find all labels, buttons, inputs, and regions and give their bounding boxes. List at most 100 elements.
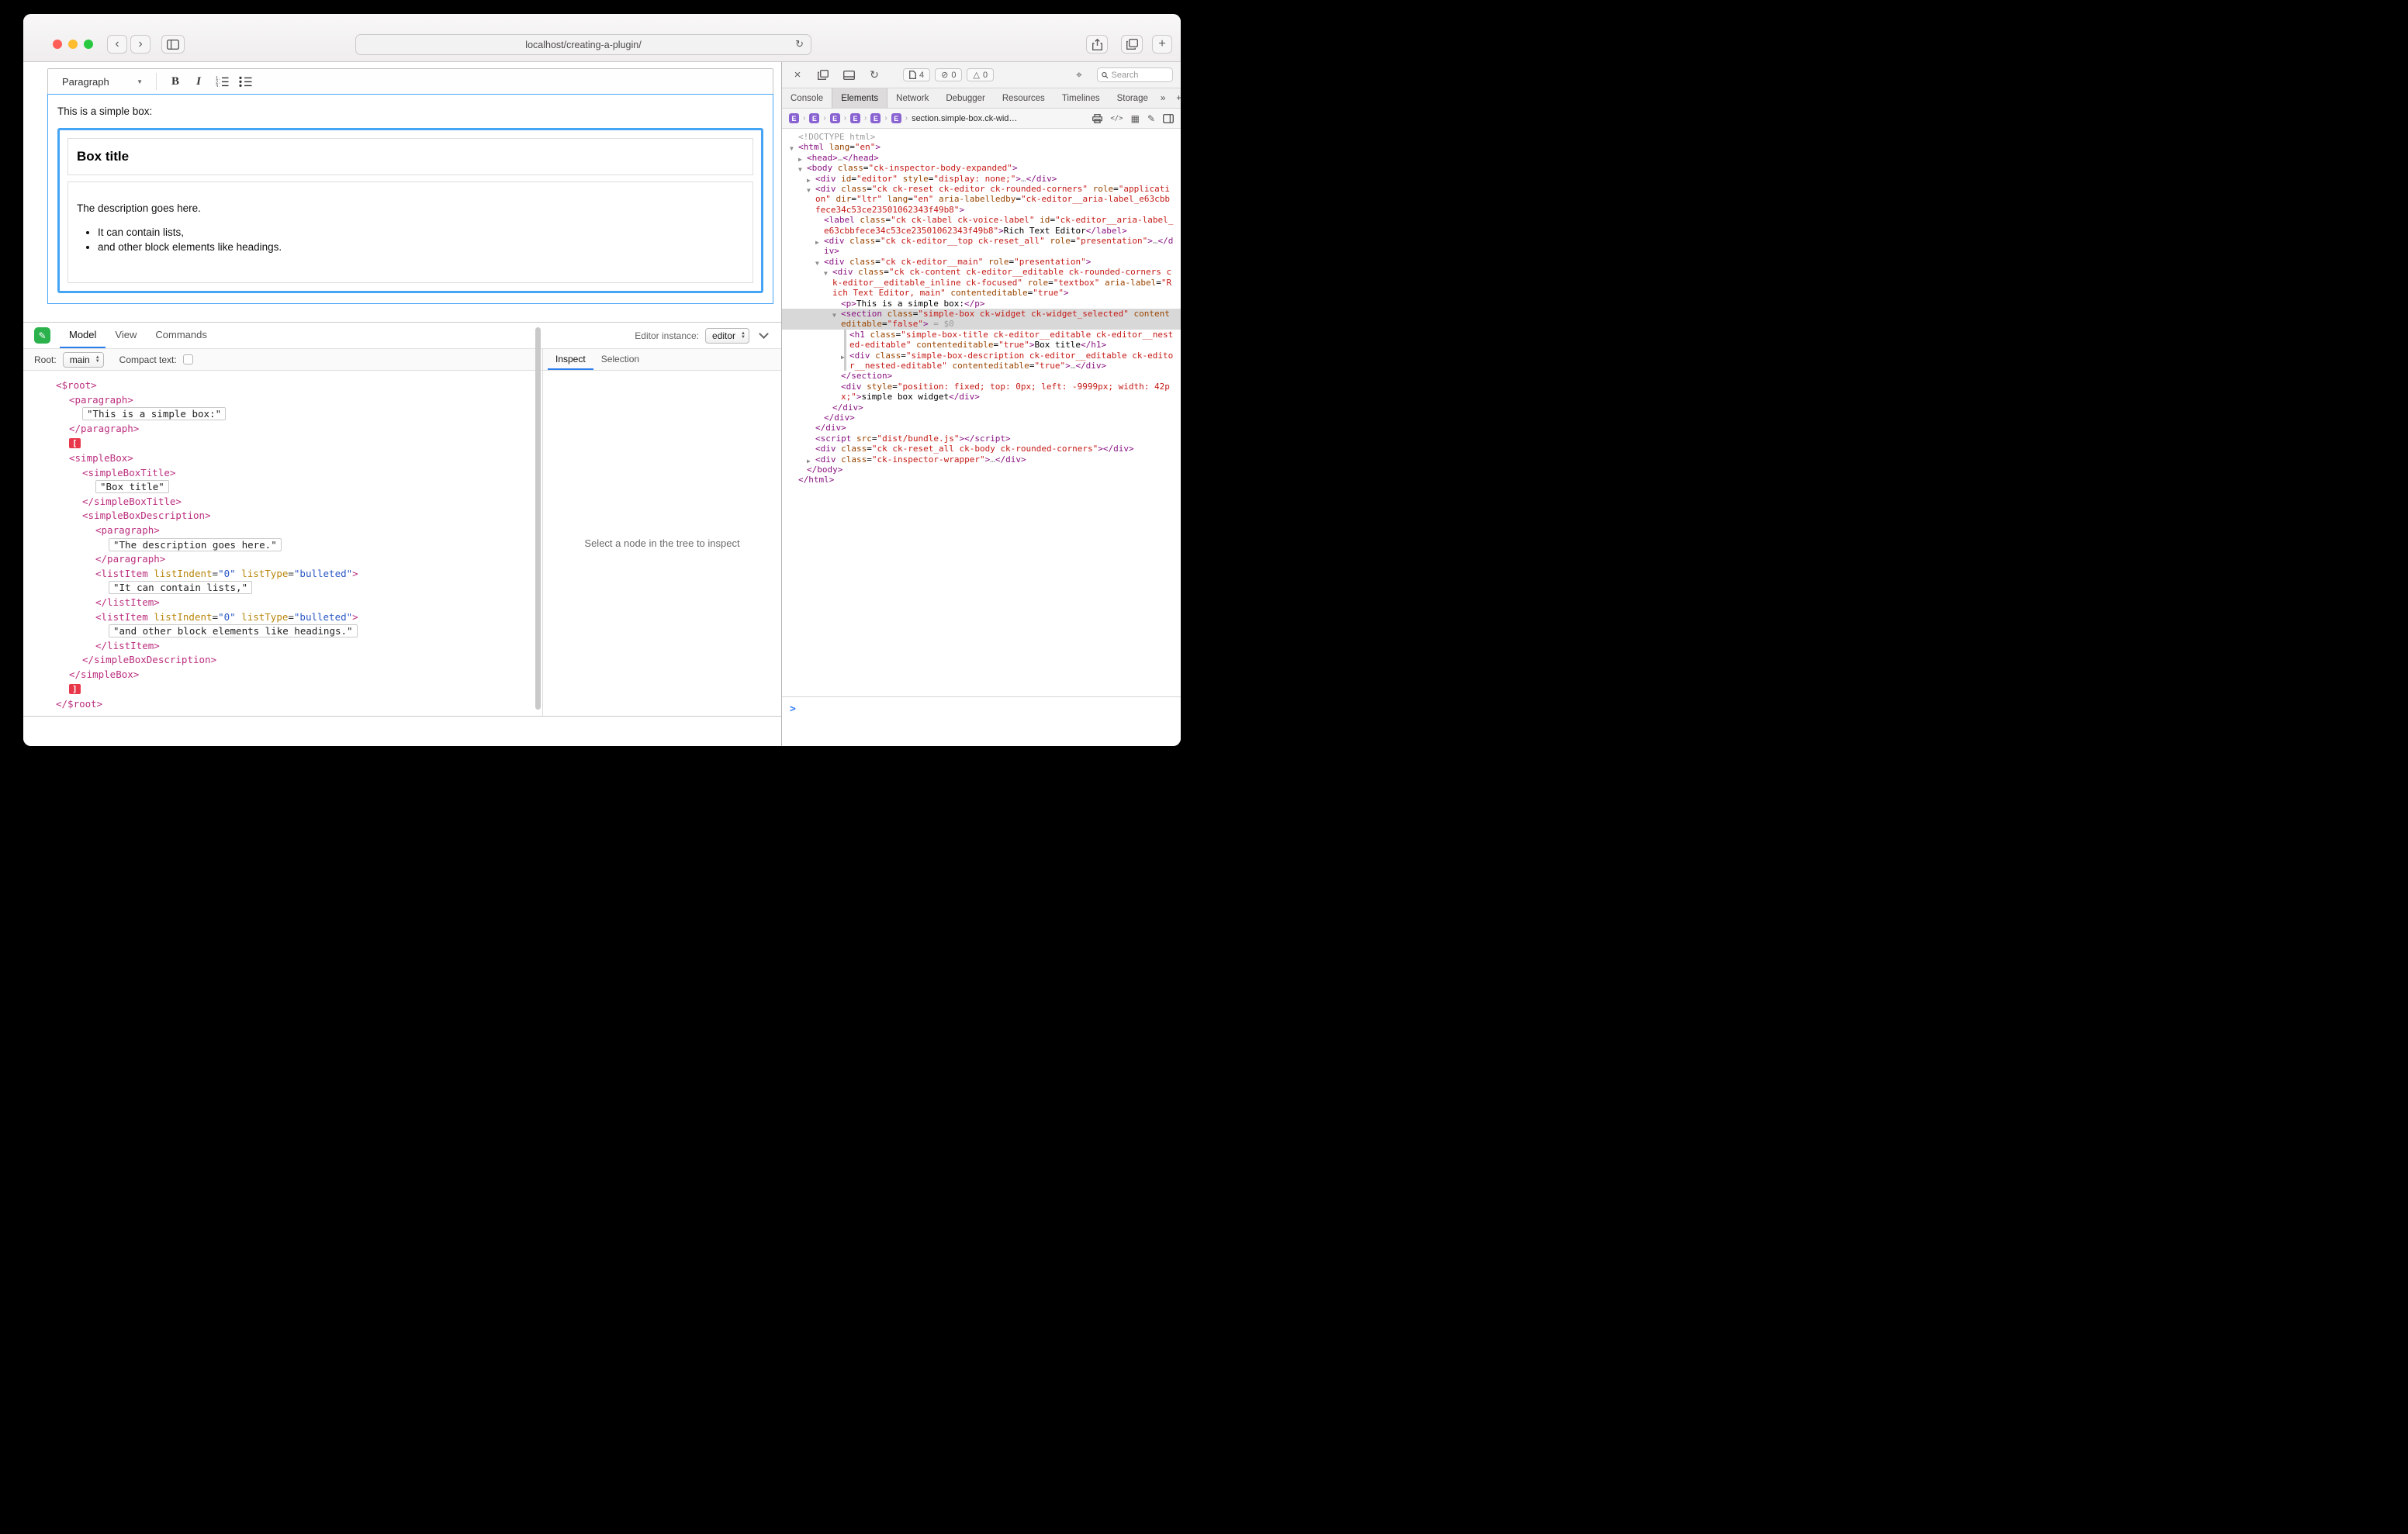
dom-tree-node[interactable]: ▼<div class="ck ck-content ck-editor__ed… (782, 267, 1181, 298)
tab-overview-button[interactable] (1121, 35, 1143, 54)
breadcrumb-element-chip[interactable]: E (850, 113, 860, 123)
model-tree-node[interactable]: "The description goes here." (23, 538, 542, 553)
search-input[interactable] (1112, 71, 1168, 80)
dom-tree-node[interactable]: </div> (782, 403, 1181, 413)
tab-model[interactable]: Model (60, 323, 106, 348)
dom-tree-node[interactable]: <label class="ck ck-label ck-voice-label… (782, 215, 1181, 236)
details-sidebar-icon[interactable] (1163, 114, 1174, 123)
breadcrumb-element-chip[interactable]: E (830, 113, 840, 123)
model-tree-node[interactable]: "Box title" (23, 480, 542, 495)
dom-tree-node[interactable]: ▼<body class="ck-inspector-body-expanded… (782, 163, 1181, 173)
model-tree-node[interactable]: "It can contain lists," (23, 581, 542, 596)
more-tabs-button[interactable]: » (1157, 94, 1169, 103)
share-button[interactable] (1086, 35, 1108, 54)
dom-tree-node[interactable]: </section> (782, 371, 1181, 381)
error-count[interactable]: ⊘ 0 (935, 68, 962, 81)
breadcrumb-element-chip[interactable]: E (789, 113, 799, 123)
model-tree-node[interactable]: </$root> (23, 697, 542, 712)
breadcrumb-element-chip[interactable]: E (891, 113, 901, 123)
dom-tree-node[interactable]: ▶<div class="simple-box-description ck-e… (782, 351, 1181, 371)
model-tree-scrollbar[interactable] (535, 327, 541, 710)
model-tree-node[interactable]: <paragraph> (23, 393, 542, 408)
model-tree-node[interactable]: </listItem> (23, 596, 542, 610)
tab-console[interactable]: Console (782, 88, 832, 108)
dom-tree-node[interactable]: <h1 class="simple-box-title ck-editor__e… (782, 330, 1181, 351)
dom-tree-node[interactable]: ▶<div id="editor" style="display: none;"… (782, 174, 1181, 184)
simple-box-widget[interactable]: Box title The description goes here. It … (57, 128, 763, 293)
model-tree-node[interactable]: <listItem listIndent="0" listType="bulle… (23, 567, 542, 582)
disclosure-triangle[interactable]: ▼ (832, 310, 836, 320)
compact-text-chec kbox[interactable] (183, 354, 193, 364)
dom-tree-node[interactable]: ▼<div class="ck ck-reset ck-editor ck-ro… (782, 184, 1181, 215)
detach-inspector-button[interactable] (815, 67, 831, 83)
forward-button[interactable]: › (130, 35, 150, 54)
model-tree-node[interactable]: <paragraph> (23, 523, 542, 538)
dom-tree-node[interactable]: <div style="position: fixed; top: 0px; l… (782, 382, 1181, 403)
simple-box-title[interactable]: Box title (67, 138, 753, 175)
minimize-window-button[interactable] (68, 40, 78, 49)
editor-editable-area[interactable]: This is a simple box: Box title The desc… (47, 94, 773, 304)
element-picker-button[interactable]: ⌖ (1071, 67, 1087, 83)
close-window-button[interactable] (53, 40, 62, 49)
dom-tree-node[interactable]: ▶<div class="ck-inspector-wrapper">…</di… (782, 454, 1181, 465)
model-tree-node[interactable]: <simpleBox> (23, 451, 542, 466)
model-tree-node[interactable]: <listItem listIndent="0" listType="bulle… (23, 610, 542, 625)
address-bar[interactable]: localhost/creating-a-plugin/ ↻ (355, 34, 811, 55)
tab-resources[interactable]: Resources (994, 88, 1054, 108)
resource-count[interactable]: 4 (903, 68, 930, 81)
disclosure-triangle[interactable]: ▼ (807, 185, 811, 195)
dom-tree-node[interactable]: ▼<section class="simple-box ck-widget ck… (782, 309, 1181, 330)
model-tree-node[interactable]: </listItem> (23, 639, 542, 654)
disclosure-triangle[interactable]: ▶ (815, 237, 819, 247)
collapse-inspector-icon[interactable] (759, 329, 769, 339)
tab-debugger[interactable]: Debugger (937, 88, 994, 108)
warning-count[interactable]: △ 0 (967, 68, 994, 81)
dom-tree-node[interactable]: <!DOCTYPE html> (782, 132, 1181, 142)
model-tree-node[interactable]: <$root> (23, 378, 542, 393)
bold-button[interactable]: B (164, 71, 187, 92)
model-tree-node[interactable]: ] (23, 682, 542, 697)
model-tree-node[interactable]: </simpleBoxTitle> (23, 495, 542, 510)
tab-storage[interactable]: Storage (1109, 88, 1157, 108)
numbered-list-button[interactable]: 1. 2. 3. (210, 71, 234, 92)
edit-element-icon[interactable]: ✎ (1147, 113, 1155, 124)
dom-tree-node[interactable]: <div class="ck ck-reset_all ck-body ck-r… (782, 444, 1181, 454)
dom-tree-node[interactable]: <p>This is a simple box:</p> (782, 299, 1181, 309)
model-tree-node[interactable]: "This is a simple box:" (23, 407, 542, 422)
tab-network[interactable]: Network (887, 88, 937, 108)
disclosure-triangle[interactable]: ▼ (824, 268, 828, 278)
dom-tree-node[interactable]: ▼<div class="ck ck-editor__main" role="p… (782, 257, 1181, 267)
zoom-window-button[interactable] (84, 40, 93, 49)
model-tree-node[interactable]: </paragraph> (23, 552, 542, 567)
dom-tree-node[interactable]: </body> (782, 465, 1181, 475)
devtools-search[interactable] (1097, 67, 1173, 82)
dom-tree-node[interactable]: <script src="dist/bundle.js"></script> (782, 434, 1181, 444)
simple-box-description[interactable]: The description goes here. It can contai… (67, 181, 753, 283)
reload-button[interactable]: ↻ (795, 38, 804, 50)
show-source-icon[interactable]: </> (1110, 115, 1123, 123)
add-tab-button[interactable]: + (1172, 94, 1181, 103)
new-tab-button[interactable]: + (1152, 35, 1172, 54)
root-select[interactable]: main ▲▼ (63, 352, 104, 368)
dom-tree-node[interactable]: </div> (782, 413, 1181, 423)
breadcrumb-element-chip[interactable]: E (870, 113, 881, 123)
dom-tree-node[interactable]: ▶<div class="ck ck-editor__top ck-reset_… (782, 236, 1181, 257)
close-inspector-button[interactable]: × (790, 67, 805, 83)
breadcrumb-selected-node[interactable]: section.simple-box.ck-wid… (912, 114, 1017, 123)
model-tree-node[interactable]: <simpleBoxTitle> (23, 466, 542, 481)
bulleted-list-button[interactable] (234, 71, 257, 92)
model-tree-node[interactable]: </simpleBox> (23, 668, 542, 682)
quick-console[interactable]: > (782, 696, 1181, 746)
model-tree-node[interactable]: </paragraph> (23, 422, 542, 437)
model-tree-node[interactable]: "and other block elements like headings.… (23, 624, 542, 639)
model-tree-node[interactable]: [ (23, 436, 542, 451)
breadcrumb-element-chip[interactable]: E (809, 113, 819, 123)
grid-overlay-icon[interactable]: ▦ (1131, 113, 1140, 124)
model-tree-node[interactable]: </simpleBoxDescription> (23, 653, 542, 668)
dom-tree-node[interactable]: ▼<html lang="en"> (782, 142, 1181, 152)
tab-view[interactable]: View (106, 323, 146, 348)
sidebar-toggle-button[interactable] (161, 35, 185, 54)
print-icon[interactable] (1092, 114, 1102, 123)
disclosure-triangle[interactable]: ▶ (841, 352, 845, 362)
dom-tree-node[interactable]: </html> (782, 475, 1181, 485)
